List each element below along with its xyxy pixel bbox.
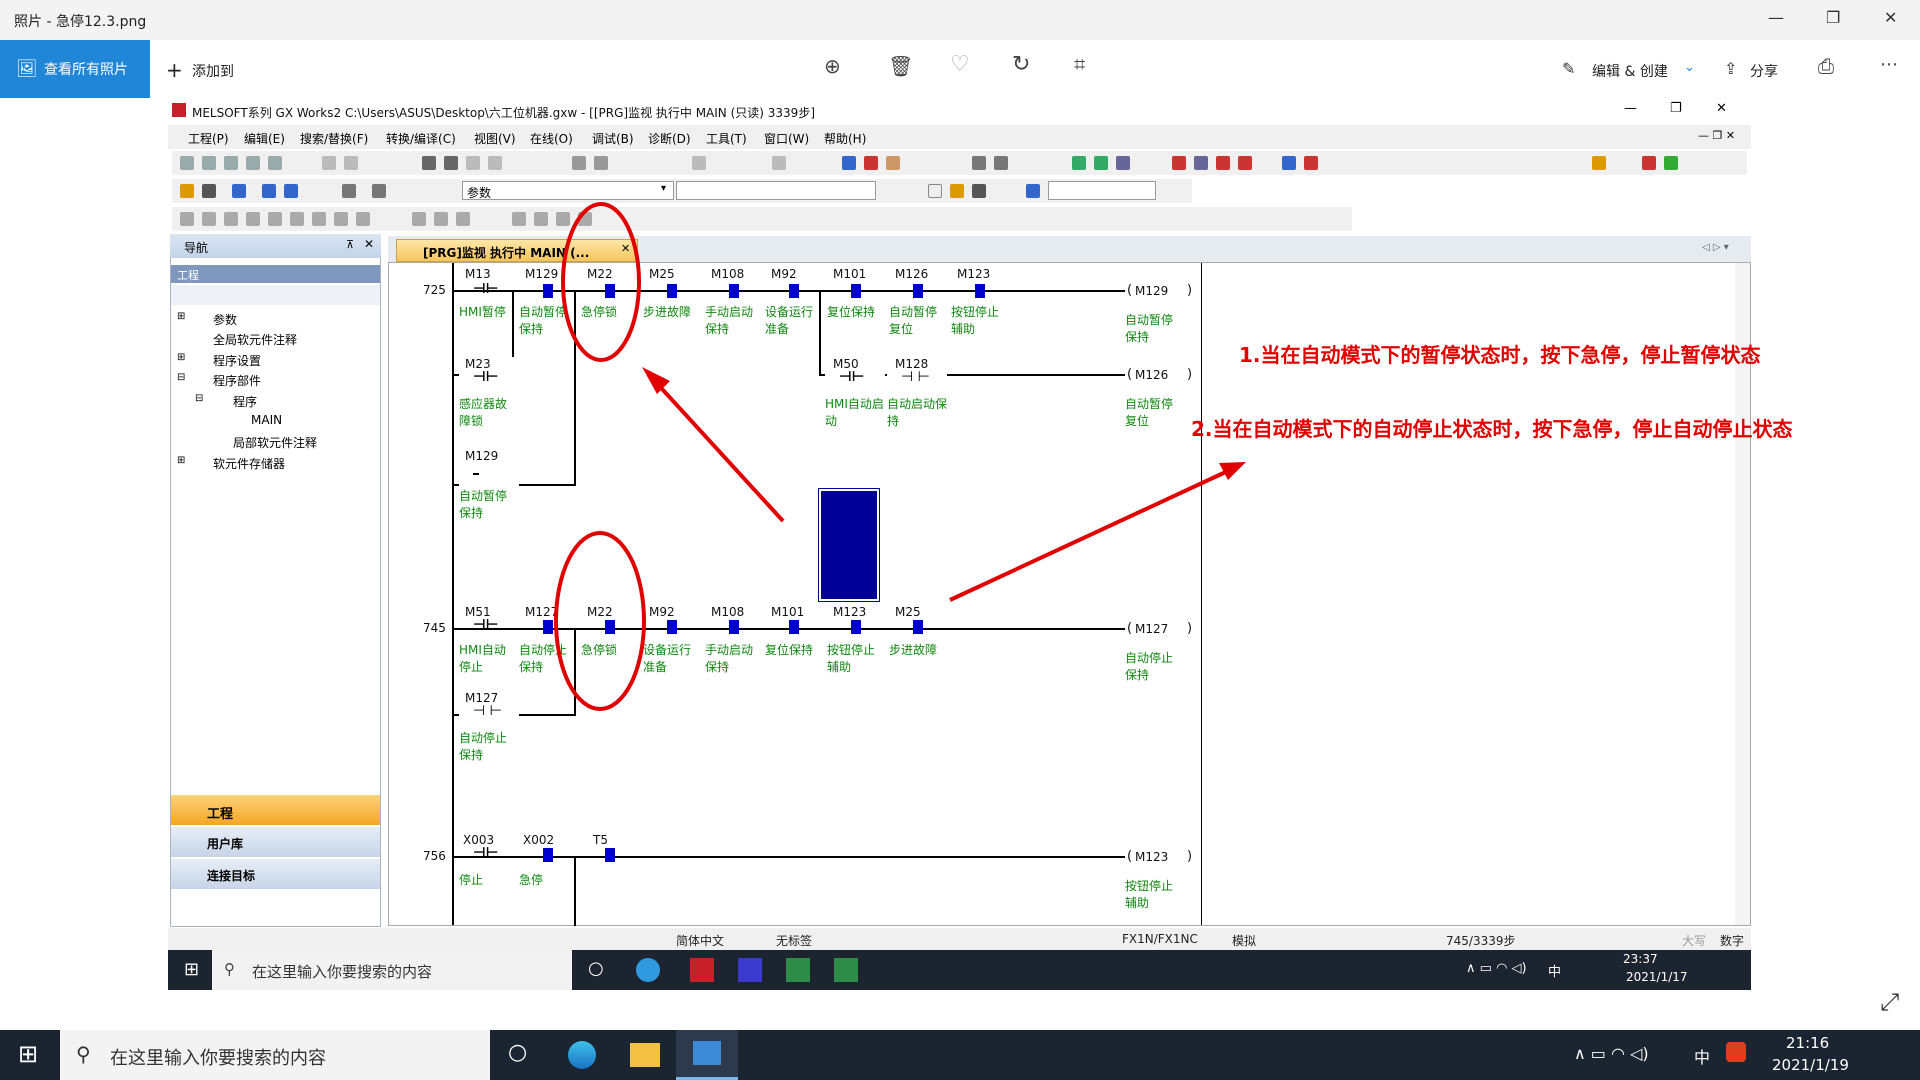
app-taskbar-icon [738, 958, 762, 982]
annotation-circle-2 [554, 531, 646, 711]
status-num: 数字 [1720, 934, 1745, 948]
annotation-arrow-2 [949, 468, 1231, 602]
annotation-overlay [554, 202, 1246, 711]
annotation-arrowhead-2 [1219, 462, 1246, 480]
sogou-icon[interactable] [1726, 1042, 1746, 1062]
windows-start-icon: ⊞ [184, 959, 200, 980]
status-label: 无标签 [776, 934, 813, 948]
inner-search-placeholder: 在这里输入你要搜索的内容 [252, 963, 433, 981]
task-view-icon[interactable]: ○ [508, 1040, 527, 1065]
search-icon: ⚲ [76, 1042, 91, 1066]
inner-date: 2021/1/17 [1626, 970, 1688, 984]
status-mode: 模拟 [1232, 934, 1257, 948]
status-caps: 大写 [1682, 934, 1707, 948]
status-cpu: FX1N/FX1NC [1122, 932, 1198, 946]
gx-status-bar: 简体中文 无标签 FX1N/FX1NC 模拟 745/3339步 大写 数字 [168, 928, 1751, 950]
annotation-circle-1 [561, 202, 641, 362]
task-view-icon: ○ [588, 958, 604, 979]
inner-ime: 中 [1548, 965, 1562, 980]
annotation-arrow-1 [650, 376, 785, 523]
outer-ime[interactable]: 中 [1694, 1044, 1710, 1068]
search-icon: ⚲ [224, 960, 235, 978]
status-step: 745/3339步 [1446, 934, 1516, 948]
outer-date: 2021/1/19 [1772, 1056, 1849, 1074]
start-button[interactable]: ⊞ [0, 1030, 60, 1080]
taskbar-search-placeholder: 在这里输入你要搜索的内容 [110, 1048, 326, 1069]
photos-app-icon [693, 1041, 721, 1065]
status-language: 简体中文 [676, 934, 725, 948]
inner-search-box: ⚲ 在这里输入你要搜索的内容 [212, 950, 572, 990]
app-taskbar-icon-3 [834, 958, 858, 982]
gx-works-taskbar-icon [690, 958, 714, 982]
app-taskbar-icon-2 [786, 958, 810, 982]
windows-logo-icon: ⊞ [18, 1040, 39, 1068]
inner-time: 23:37 [1623, 952, 1658, 966]
file-explorer-icon[interactable] [630, 1043, 660, 1067]
fullscreen-icon[interactable]: ⤢ [1880, 988, 1899, 1016]
system-tray-icons[interactable]: ∧ ▭ ◠ ◁) [1574, 1044, 1649, 1063]
photos-taskbar-button[interactable] [676, 1030, 738, 1080]
outer-time: 21:16 [1786, 1034, 1830, 1052]
inner-taskbar: ⊞ ⚲ 在这里输入你要搜索的内容 ○ ∧ ▭ ◠ ◁) 中 23:37 2021… [168, 950, 1751, 990]
annotation-arrowhead-1 [642, 367, 670, 394]
taskbar-search[interactable]: ⚲ 在这里输入你要搜索的内容 [60, 1030, 490, 1080]
edge-icon [636, 958, 660, 982]
windows-taskbar: ⊞ ⚲ 在这里输入你要搜索的内容 ○ ∧ ▭ ◠ ◁) 中 21:16 2021… [0, 1030, 1920, 1080]
tray-icons: ∧ ▭ ◠ ◁) [1466, 961, 1527, 976]
edge-browser-icon[interactable] [568, 1041, 596, 1069]
